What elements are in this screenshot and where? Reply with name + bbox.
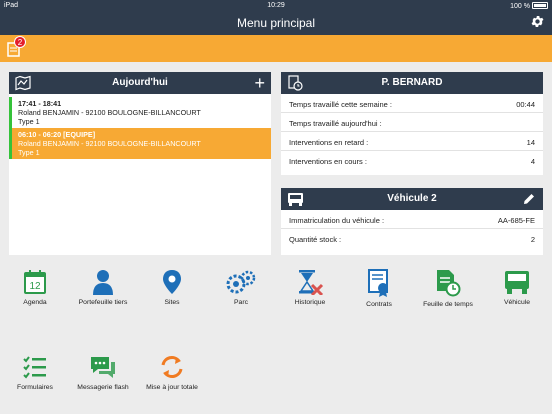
page-title: Menu principal [236,16,316,30]
person-icon [93,270,113,295]
sync-icon [161,356,183,378]
user-row-week-time: Temps travaillé cette semaine : 00:44 [281,94,543,113]
tile-label: Contrats [366,301,392,308]
tile-agenda[interactable]: 12 Agenda [0,269,70,307]
row-value: 2 [530,235,535,244]
tile-formulaires[interactable]: Formulaires [0,354,70,392]
vehicle-row-stock: Quantité stock : 2 [281,229,543,248]
add-appointment-button[interactable]: + [254,72,265,94]
today-card: Aujourd'hui + 17:41 - 18:41 Roland BENJA… [9,72,271,255]
gears-icon [226,270,256,294]
row-label: Temps travaillé aujourd'hui : [289,119,382,128]
appointment-client: Roland BENJAMIN - 92100 BOULOGNE-BILLANC… [18,139,201,148]
appointment-item-selected[interactable]: 06:10 - 06:20 [EQUIPE] Roland BENJAMIN -… [9,128,271,159]
row-value: 00:44 [516,100,535,109]
tile-label: Sites [164,299,180,306]
user-header: P. BERNARD [281,72,543,94]
tile-label: Mise à jour totale [146,384,198,391]
battery-indicator: 100 % [510,2,548,10]
appointment-time: 17:41 - 18:41 [18,99,62,108]
row-label: Quantité stock : [289,235,342,244]
tile-label: Parc [234,299,248,306]
contract-icon [368,269,388,297]
calendar-icon: 12 [24,270,46,294]
tile-messagerie-flash[interactable]: Messagerie flash [68,354,138,392]
vehicle-card: Véhicule 2 Immatriculation du véhicule :… [281,188,543,255]
vehicle-title: Véhicule 2 [387,193,437,204]
tile-label: Agenda [23,299,47,306]
vehicle-header: Véhicule 2 [281,188,543,210]
tile-vehicule[interactable]: Véhicule [482,269,552,307]
location-pin-icon [163,270,181,294]
appointment-client: Roland BENJAMIN - 92100 BOULOGNE-BILLANC… [18,108,201,117]
status-bar: iPad 10:29 100 % [0,0,552,12]
row-label: Interventions en cours : [289,157,367,166]
today-title: Aujourd'hui [112,77,168,88]
tile-feuille-de-temps[interactable]: Feuille de temps [413,269,483,309]
battery-percent: 100 % [510,3,530,10]
settings-gear-icon[interactable] [530,14,545,32]
hourglass-tools-icon [299,270,324,295]
tile-label: Historique [294,299,326,306]
row-label: Immatriculation du véhicule : [289,216,385,225]
appointment-time: 06:10 - 06:20 [EQUIPE] [18,130,96,139]
notification-bar [0,35,552,62]
tile-label: Véhicule [503,299,531,306]
row-label: Temps travaillé cette semaine : [289,100,392,109]
vehicle-row-plate: Immatriculation du véhicule : AA-685-FE [281,210,543,229]
clock: 10:29 [267,2,285,9]
tile-label: Formulaires [17,384,53,391]
today-header: Aujourd'hui + [9,72,271,94]
user-card: P. BERNARD Temps travaillé cette semaine… [281,72,543,175]
row-label: Interventions en retard : [289,138,369,147]
chat-icon [91,357,115,378]
row-value: 14 [526,138,535,147]
checklist-icon [23,356,46,379]
appointment-type: Type 1 [18,148,40,157]
timesheet-icon [437,270,461,297]
appointment-type: Type 1 [18,117,40,126]
user-row-today-time: Temps travaillé aujourd'hui : [281,113,543,132]
tile-label: Portefeuille tiers [78,299,128,306]
battery-icon [532,2,548,9]
tile-contrats[interactable]: Contrats [344,269,414,309]
navigation-bar: iPad 10:29 100 % Menu principal [0,0,552,35]
tile-sites[interactable]: Sites [137,269,207,307]
tile-portefeuille-tiers[interactable]: Portefeuille tiers [68,269,138,307]
tile-historique[interactable]: Historique [275,269,345,307]
notification-badge: 2 [14,36,26,48]
user-row-late[interactable]: Interventions en retard : 14 [281,132,543,151]
tile-parc[interactable]: Parc [206,269,276,307]
appointment-item[interactable]: 17:41 - 18:41 Roland BENJAMIN - 92100 BO… [9,97,271,128]
row-value: AA-685-FE [497,216,535,225]
tile-mise-a-jour-totale[interactable]: Mise à jour totale [137,354,207,392]
user-row-in-progress[interactable]: Interventions en cours : 4 [281,151,543,170]
calendar-day: 12 [29,281,41,292]
tile-label: Messagerie flash [77,384,129,391]
user-name: P. BERNARD [381,77,443,88]
row-value: 4 [530,157,535,166]
truck-icon [505,271,529,294]
tile-label: Feuille de temps [423,301,473,308]
